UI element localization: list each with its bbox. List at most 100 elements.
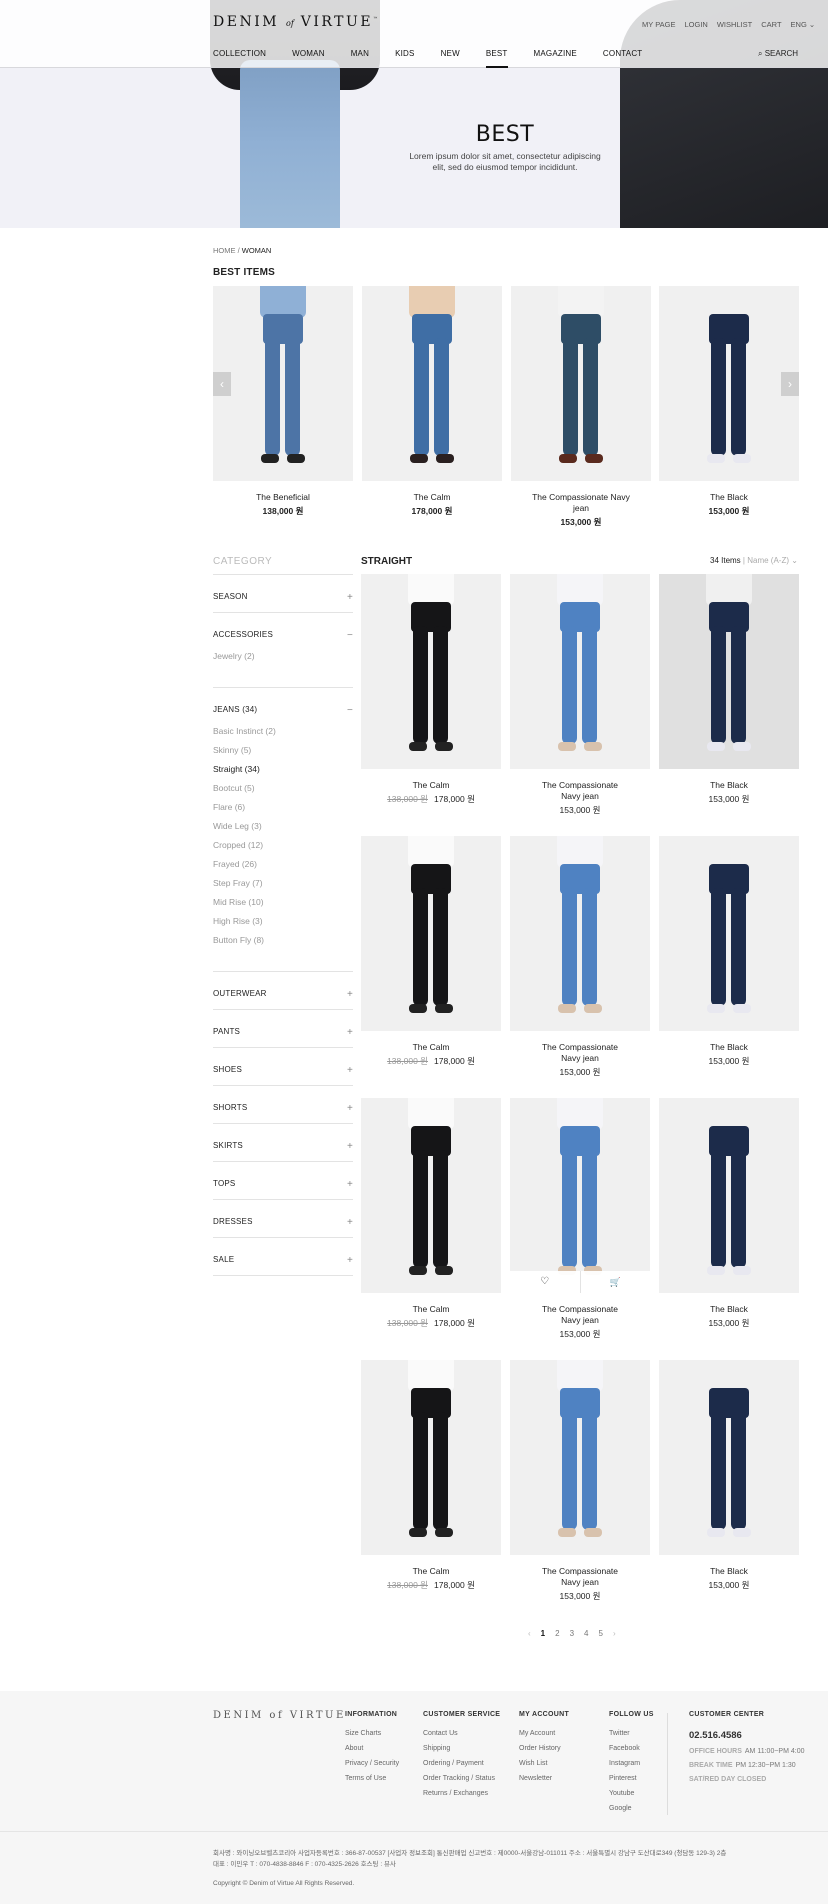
footer-link[interactable]: Size Charts — [345, 1730, 399, 1738]
product-name[interactable]: The Calm — [361, 1042, 501, 1053]
nav-magazine[interactable]: MAGAZINE — [534, 49, 577, 68]
subcategory-item[interactable]: Frayed (26) — [213, 859, 353, 869]
subcategory-item[interactable]: Bootcut (5) — [213, 783, 353, 793]
plus-icon[interactable]: + — [347, 1103, 353, 1114]
category-header[interactable]: ACCESSORIES − — [213, 613, 353, 641]
footer-link[interactable]: Google — [609, 1805, 654, 1813]
subcategory-item[interactable]: Straight (34) — [213, 764, 353, 774]
product-image[interactable] — [362, 286, 502, 481]
footer-link[interactable]: Youtube — [609, 1790, 654, 1798]
subcategory-item[interactable]: Wide Leg (3) — [213, 821, 353, 831]
best-item-card[interactable]: The Beneficial 138,000 원 — [213, 286, 353, 517]
search-button[interactable]: ⌕ SEARCH — [758, 49, 798, 59]
product-name[interactable]: The Black — [659, 1042, 799, 1053]
product-image[interactable] — [361, 836, 501, 1031]
footer-link[interactable]: Ordering / Payment — [423, 1760, 500, 1768]
category-header[interactable]: SHOES + — [213, 1048, 353, 1076]
footer-link[interactable]: Terms of Use — [345, 1775, 399, 1783]
product-name[interactable]: The Black — [659, 780, 799, 791]
login-link[interactable]: LOGIN — [684, 20, 707, 29]
category-header[interactable]: PANTS + — [213, 1010, 353, 1038]
page-5[interactable]: 5 — [598, 1629, 602, 1638]
plus-icon[interactable]: + — [347, 989, 353, 1000]
wishlist-link[interactable]: WISHLIST — [717, 20, 752, 29]
chevron-left-icon[interactable]: ‹ — [213, 372, 231, 396]
product-name[interactable]: The Compassionate Navy jean — [510, 1304, 650, 1326]
product-name[interactable]: The Compassionate Navy jean — [510, 1042, 650, 1064]
category-header[interactable]: DRESSES + — [213, 1200, 353, 1228]
page-3[interactable]: 3 — [570, 1629, 574, 1638]
product-name[interactable]: The Black — [659, 492, 799, 503]
prev-page-button[interactable]: ‹ — [528, 1629, 531, 1638]
customer-phone[interactable]: 02.516.4586 — [689, 1730, 805, 1741]
product-image[interactable] — [361, 1360, 501, 1555]
subcategory-item[interactable]: Button Fly (8) — [213, 935, 353, 945]
best-item-card[interactable]: The Compassionate Navy jean 153,000 원 — [511, 286, 651, 528]
product-name[interactable]: The Compassionate Navy jean — [511, 492, 651, 514]
plus-icon[interactable]: + — [347, 1141, 353, 1152]
chevron-right-icon[interactable]: › — [781, 372, 799, 396]
product-image[interactable] — [361, 1098, 501, 1293]
category-header[interactable]: SKIRTS + — [213, 1124, 353, 1152]
product-card[interactable]: The Compassionate Navy jean 153,000 원 — [510, 574, 650, 816]
category-header[interactable]: TOPS + — [213, 1162, 353, 1190]
breadcrumb-home[interactable]: HOME / — [213, 246, 240, 255]
sort-select[interactable]: Name (A-Z) ⌄ — [747, 556, 798, 565]
plus-icon[interactable]: + — [347, 1255, 353, 1266]
product-name[interactable]: The Compassionate Navy jean — [510, 780, 650, 802]
heart-icon[interactable]: ♡ — [510, 1271, 581, 1293]
nav-contact[interactable]: CONTACT — [603, 49, 642, 68]
footer-link[interactable]: Order History — [519, 1745, 569, 1753]
plus-icon[interactable]: + — [347, 1179, 353, 1190]
footer-link[interactable]: Wish List — [519, 1760, 569, 1768]
footer-link[interactable]: Order Tracking / Status — [423, 1775, 500, 1783]
product-image[interactable] — [659, 836, 799, 1031]
category-header[interactable]: SHORTS + — [213, 1086, 353, 1114]
product-card[interactable]: The Calm 138,000 원 178,000 원 — [361, 1360, 501, 1591]
product-card[interactable]: The Compassionate Navy jean 153,000 원 — [510, 836, 650, 1078]
nav-woman[interactable]: WOMAN — [292, 49, 325, 68]
footer-link[interactable]: About — [345, 1745, 399, 1753]
next-page-button[interactable]: › — [613, 1629, 616, 1638]
product-image[interactable]: ♡ 🛒 — [510, 1098, 650, 1293]
minus-icon[interactable]: − — [347, 705, 353, 716]
product-image[interactable] — [510, 574, 650, 769]
product-name[interactable]: The Calm — [361, 780, 501, 791]
product-card[interactable]: The Calm 138,000 원 178,000 원 — [361, 574, 501, 805]
footer-logo[interactable]: DENIM of VIRTUE — [213, 1710, 346, 1721]
subcategory-item[interactable]: Flare (6) — [213, 802, 353, 812]
subcategory-item[interactable]: High Rise (3) — [213, 916, 353, 926]
page-2[interactable]: 2 — [555, 1629, 559, 1638]
page-4[interactable]: 4 — [584, 1629, 588, 1638]
nav-man[interactable]: MAN — [351, 49, 369, 68]
page-1[interactable]: 1 — [541, 1629, 545, 1638]
product-card[interactable]: ♡ 🛒 The Compassionate Navy jean 153,000 원 — [510, 1098, 650, 1340]
logo[interactable]: DENIM of VIRTUE™ — [213, 14, 381, 30]
plus-icon[interactable]: + — [347, 1065, 353, 1076]
product-image[interactable] — [659, 286, 799, 481]
best-item-card[interactable]: The Black 153,000 원 — [659, 286, 799, 517]
product-card[interactable]: The Compassionate Navy jean 153,000 원 — [510, 1360, 650, 1602]
cart-icon[interactable]: 🛒 — [581, 1271, 651, 1293]
nav-best[interactable]: BEST — [485, 49, 508, 68]
subcategory-item[interactable]: Basic Instinct (2) — [213, 726, 353, 736]
subcategory-item[interactable]: Skinny (5) — [213, 745, 353, 755]
product-image[interactable] — [213, 286, 353, 481]
subcategory-item[interactable]: Step Fray (7) — [213, 878, 353, 888]
product-image[interactable] — [659, 1360, 799, 1555]
best-item-card[interactable]: The Calm 178,000 원 — [362, 286, 502, 517]
nav-collection[interactable]: COLLECTION — [213, 49, 266, 68]
footer-link[interactable]: Returns / Exchanges — [423, 1790, 500, 1798]
subcategory-item[interactable]: Cropped (12) — [213, 840, 353, 850]
product-card[interactable]: The Calm 138,000 원 178,000 원 — [361, 1098, 501, 1329]
cart-link[interactable]: CART — [761, 20, 781, 29]
plus-icon[interactable]: + — [347, 1027, 353, 1038]
product-name[interactable]: The Black — [659, 1304, 799, 1315]
minus-icon[interactable]: − — [347, 630, 353, 641]
footer-link[interactable]: Pinterest — [609, 1775, 654, 1783]
category-header[interactable]: JEANS (34) − — [213, 688, 353, 716]
footer-link[interactable]: Instagram — [609, 1760, 654, 1768]
footer-link[interactable]: Twitter — [609, 1730, 654, 1738]
product-card[interactable]: The Black 153,000 원 — [659, 574, 799, 805]
product-image[interactable] — [510, 1360, 650, 1555]
